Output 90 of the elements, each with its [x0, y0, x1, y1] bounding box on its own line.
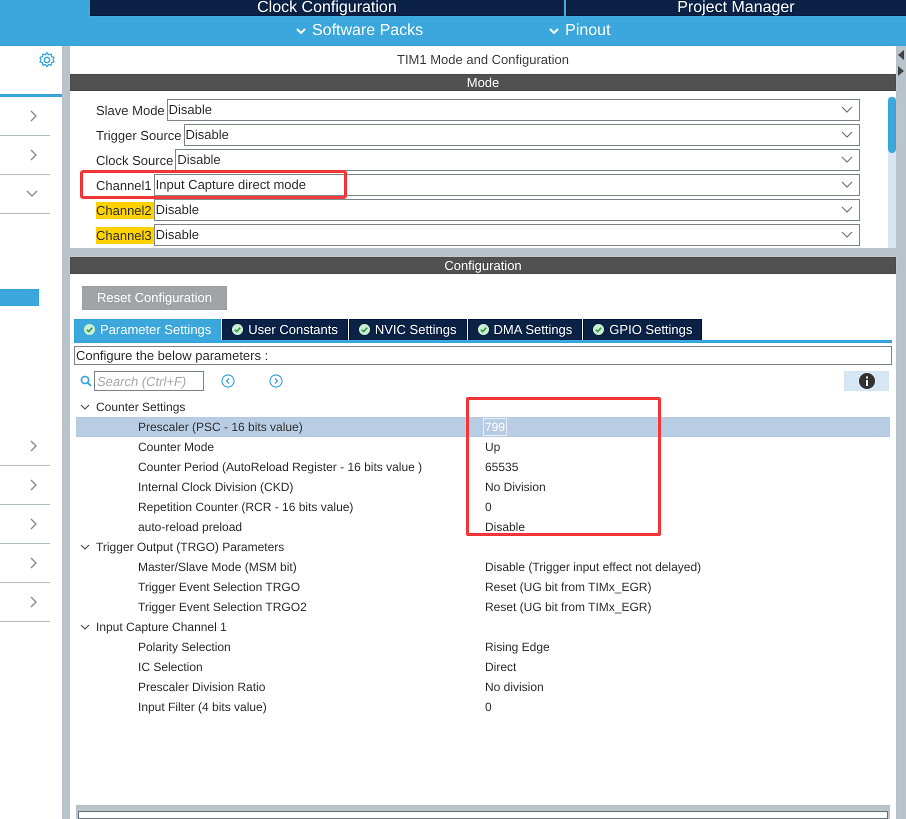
parameter-name: Internal Clock Division (CKD) [137, 479, 294, 496]
check-circle-icon [84, 324, 95, 335]
parameter-row[interactable]: Repetition Counter (RCR - 16 bits value) 0 [76, 497, 890, 517]
sidebar-entry[interactable] [0, 289, 39, 306]
check-circle-icon [232, 324, 244, 335]
tree-group[interactable]: Trigger Output (TRGO) Parameters [76, 537, 890, 557]
parameter-value: Reset (UG bit from TIMx_EGR) [484, 599, 652, 616]
parameter-name: Master/Slave Mode (MSM bit) [137, 559, 298, 576]
previous-button[interactable] [221, 374, 235, 388]
parameter-name: Input Filter (4 bits value) [137, 699, 268, 716]
parameter-row[interactable]: Trigger Event Selection TRGO Reset (UG bit from TIMx_EGR) [76, 577, 890, 597]
section-header: Mode [70, 74, 896, 91]
tab[interactable]: Clock Configuration [90, 0, 564, 16]
field-label: Channel3 [96, 226, 154, 244]
collapse-left-icon[interactable] [898, 50, 904, 60]
parameter-value: 65535 [484, 459, 518, 476]
settings-icon[interactable] [38, 51, 56, 69]
field-label: Slave Mode [96, 102, 166, 118]
tab[interactable]: NVIC Settings [348, 319, 467, 340]
parameter-row[interactable]: Trigger Event Selection TRGO2 Reset (UG bit from TIMx_EGR) [76, 597, 890, 617]
chevron-down-icon [841, 106, 853, 114]
parameter-row[interactable]: Input Filter (4 bits value) 0 [76, 697, 890, 717]
hint-text: Configure the below parameters : [74, 346, 892, 365]
expand-right-icon[interactable] [898, 66, 904, 76]
parameter-name: IC Selection [137, 659, 204, 676]
parameter-row[interactable]: Internal Clock Division (CKD) No Division [76, 477, 890, 497]
dropdown[interactable]: Disable [184, 124, 860, 146]
parameter-value: 0 [484, 699, 492, 716]
dropdown[interactable]: Disable [166, 99, 860, 121]
parameter-row[interactable]: Polarity Selection Rising Edge [76, 637, 890, 657]
chevron-left-circle-icon [221, 374, 235, 388]
chevron-down-icon [841, 156, 853, 164]
parameter-name: Trigger Event Selection TRGO2 [137, 599, 308, 616]
parameter-row[interactable]: Counter Mode Up [76, 437, 890, 457]
parameter-row[interactable]: Prescaler Division Ratio No division [76, 677, 890, 697]
parameter-name: Prescaler (PSC - 16 bits value) [137, 419, 304, 436]
parameter-row[interactable]: Master/Slave Mode (MSM bit) Disable (Trigger input effect not delayed) [76, 557, 890, 577]
chevron-down-icon [841, 206, 853, 214]
tab[interactable]: DMA Settings [468, 319, 582, 340]
field-label: Channel2 [96, 202, 154, 218]
dropdown[interactable]: Disable [154, 224, 860, 246]
parameter-name: Prescaler Division Ratio [137, 679, 266, 696]
chevron-right-circle-icon [269, 374, 283, 388]
parameter-value: Reset (UG bit from TIMx_EGR) [484, 579, 652, 596]
info-button[interactable] [844, 371, 889, 391]
parameter-name: Repetition Counter (RCR - 16 bits value) [137, 499, 354, 516]
dropdown[interactable]: Input Capture direct mode [154, 174, 860, 196]
field-label: Clock Source [96, 152, 174, 168]
section-header: Configuration [70, 257, 896, 274]
chevron-down-icon [549, 28, 560, 34]
parameter-name: Trigger Event Selection TRGO [137, 579, 302, 596]
parameter-row[interactable]: IC Selection Direct [76, 657, 890, 677]
chevron-down-icon [841, 181, 853, 189]
search-icon [80, 375, 92, 387]
chevron-down-icon [841, 131, 853, 139]
splitter-bar[interactable] [62, 46, 70, 819]
parameter-name: Counter Mode [137, 439, 216, 456]
check-circle-icon [358, 324, 370, 335]
parameter-value: Disable [484, 519, 526, 536]
parameter-value: No division [484, 679, 544, 696]
field-label: Trigger Source [96, 126, 182, 144]
parameter-value: Rising Edge [484, 639, 550, 656]
info-icon [858, 373, 874, 389]
field-label: Channel1 [96, 176, 153, 194]
parameter-value: Disable (Trigger input effect not delayed) [484, 559, 702, 576]
parameter-name: Polarity Selection [137, 639, 232, 656]
parameter-row[interactable]: Counter Period (AutoReload Register - 16 bits value ) 65535 [76, 457, 890, 477]
search-field[interactable]: Search (Ctrl+F) [94, 371, 204, 391]
dropdown[interactable]: Disable [154, 199, 860, 221]
selected-row[interactable]: Prescaler (PSC - 16 bits value) 799 [76, 417, 890, 437]
parameter-value: Up [484, 439, 500, 456]
parameter-name: Counter Period (AutoReload Register - 16 bits value ) [137, 459, 424, 476]
tab[interactable]: User Constants [222, 319, 348, 340]
parameter-name: auto-reload preload [137, 519, 244, 536]
chevron-down-icon [296, 28, 306, 34]
panel-title: TIM1 Mode and Configuration [397, 51, 569, 70]
tree-group[interactable]: Input Capture Channel 1 [76, 617, 890, 637]
parameter-value: Direct [484, 659, 516, 676]
tree-group[interactable]: Counter Settings [76, 397, 890, 417]
next-button[interactable] [269, 374, 283, 388]
check-circle-icon [593, 324, 604, 335]
tab[interactable]: Project Manager [566, 0, 906, 16]
tab[interactable]: GPIO Settings [583, 319, 702, 340]
dropdown[interactable]: Disable [175, 149, 860, 171]
chevron-down-icon [841, 231, 853, 239]
check-circle-icon [478, 324, 489, 335]
parameter-row[interactable]: auto-reload preload Disable [76, 517, 890, 537]
parameter-value: No Division [484, 479, 546, 496]
parameter-value: 0 [484, 499, 492, 516]
scrollbar[interactable] [888, 97, 896, 248]
